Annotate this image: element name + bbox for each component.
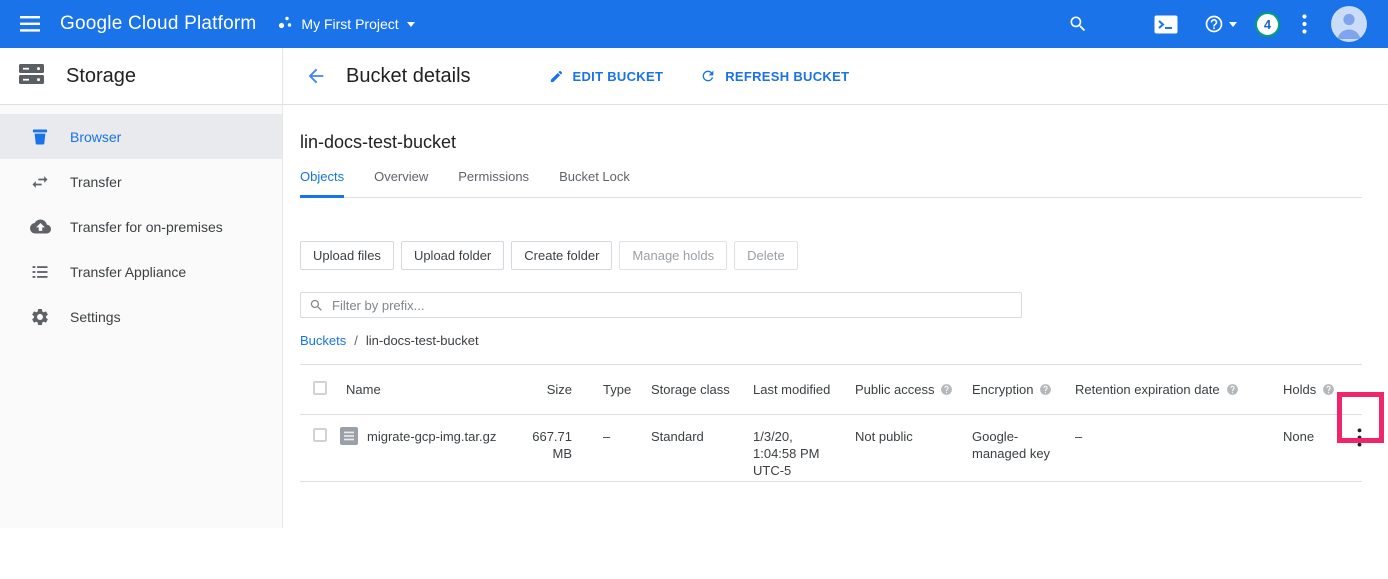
caret-down-icon (1229, 22, 1237, 27)
cloud-shell-icon[interactable] (1154, 15, 1178, 34)
help-icon (1204, 14, 1224, 34)
top-app-bar: Google Cloud Platform My First Project 4 (0, 0, 1388, 48)
delete-button: Delete (734, 241, 798, 270)
sidebar-item-transfer[interactable]: Transfer (0, 159, 282, 204)
bucket-icon (28, 127, 52, 147)
objects-table: Name Size Type Storage class Last modifi… (300, 364, 1362, 482)
breadcrumb-separator: / (354, 333, 358, 348)
sidebar-item-transfer-appliance[interactable]: Transfer Appliance (0, 249, 282, 294)
search-icon (309, 298, 324, 313)
sidebar-item-settings[interactable]: Settings (0, 294, 282, 339)
select-all-checkbox[interactable] (313, 381, 327, 395)
edit-bucket-button[interactable]: EDIT BUCKET (549, 69, 664, 84)
page-header: Bucket details EDIT BUCKET REFRESH BUCKE… (283, 48, 1388, 104)
column-header-last-modified: Last modified (752, 382, 854, 397)
object-storage-class: Standard (650, 428, 752, 445)
file-icon (340, 427, 358, 445)
tab-overview[interactable]: Overview (374, 169, 428, 198)
project-logo-icon (278, 15, 293, 33)
object-public-access: Not public (854, 428, 971, 445)
sidebar-item-label: Settings (70, 309, 121, 325)
project-name: My First Project (301, 16, 398, 32)
avatar[interactable] (1331, 6, 1367, 42)
sidebar-nav: Browser Transfer Transfer for on-premise… (0, 105, 283, 528)
swap-arrows-icon (28, 172, 52, 192)
free-trial-badge[interactable]: 4 (1255, 12, 1280, 37)
refresh-bucket-label: REFRESH BUCKET (725, 69, 849, 84)
back-button[interactable] (305, 64, 329, 88)
object-toolbar: Upload files Upload folder Create folder… (300, 241, 1362, 270)
caret-down-icon (407, 22, 415, 27)
sidebar-item-label: Transfer Appliance (70, 264, 186, 280)
column-header-name: Name (340, 382, 516, 397)
column-header-type: Type (572, 382, 650, 397)
gear-icon (28, 307, 52, 327)
edit-bucket-label: EDIT BUCKET (573, 69, 664, 84)
upload-folder-button[interactable]: Upload folder (401, 241, 504, 270)
object-size: 667.71 MB (516, 428, 572, 462)
app-brand[interactable]: Google Cloud Platform (60, 13, 256, 35)
help-menu[interactable] (1204, 14, 1237, 34)
breadcrumb-buckets-link[interactable]: Buckets (300, 333, 346, 348)
column-header-storage-class: Storage class (650, 382, 752, 397)
pencil-icon (549, 69, 564, 84)
project-selector[interactable]: My First Project (278, 15, 414, 33)
help-icon[interactable] (1039, 383, 1052, 396)
refresh-bucket-button[interactable]: REFRESH BUCKET (700, 68, 849, 84)
manage-holds-button: Manage holds (619, 241, 727, 270)
sidebar-item-label: Browser (70, 129, 121, 145)
object-type: – (572, 428, 650, 445)
topbar-actions: 4 (1068, 6, 1388, 42)
upload-files-button[interactable]: Upload files (300, 241, 394, 270)
sidebar-item-transfer-on-premises[interactable]: Transfer for on-premises (0, 204, 282, 249)
object-encryption: Google-managed key (971, 428, 1074, 462)
secondary-header: Storage Bucket details EDIT BUCKET REFRE… (0, 48, 1388, 105)
refresh-icon (700, 68, 716, 84)
main-content: lin-docs-test-bucket Objects Overview Pe… (283, 105, 1388, 482)
object-last-modified: 1/3/20, 1:04:58 PM UTC-5 (752, 428, 854, 479)
tab-bar: Objects Overview Permissions Bucket Lock (300, 169, 1362, 198)
more-options-icon[interactable] (1302, 14, 1307, 34)
column-header-public-access: Public access (854, 382, 971, 397)
sidebar-item-label: Transfer for on-premises (70, 219, 223, 235)
sidebar-item-browser[interactable]: Browser (0, 114, 282, 159)
help-icon[interactable] (1322, 383, 1335, 396)
help-icon[interactable] (1226, 383, 1239, 396)
filter-prefix-input[interactable] (332, 298, 1013, 313)
help-icon[interactable] (940, 383, 953, 396)
column-header-holds: Holds (1282, 382, 1336, 397)
tab-bucket-lock[interactable]: Bucket Lock (559, 169, 630, 198)
row-checkbox[interactable] (313, 428, 327, 442)
row-menu-button[interactable] (1357, 428, 1362, 451)
create-folder-button[interactable]: Create folder (511, 241, 612, 270)
product-title: Storage (66, 65, 136, 88)
column-header-encryption: Encryption (971, 382, 1074, 397)
cloud-upload-icon (28, 216, 52, 237)
breadcrumb-current: lin-docs-test-bucket (366, 333, 479, 348)
tab-objects[interactable]: Objects (300, 169, 344, 198)
table-row: migrate-gcp-img.tar.gz 667.71 MB – Stand… (300, 415, 1362, 482)
column-header-size: Size (516, 382, 572, 397)
object-name[interactable]: migrate-gcp-img.tar.gz (367, 428, 496, 445)
column-header-retention-expiration-date: Retention expiration date (1074, 382, 1282, 397)
tab-permissions[interactable]: Permissions (458, 169, 529, 198)
filter-box (300, 292, 1022, 318)
table-header-row: Name Size Type Storage class Last modifi… (300, 365, 1362, 415)
breadcrumb: Buckets / lin-docs-test-bucket (300, 333, 1362, 348)
storage-product-icon (18, 63, 45, 90)
product-header: Storage (0, 48, 283, 104)
appliance-list-icon (28, 262, 52, 282)
sidebar-item-label: Transfer (70, 174, 122, 190)
search-icon[interactable] (1068, 14, 1088, 34)
bucket-name-title: lin-docs-test-bucket (300, 132, 1362, 153)
page-title: Bucket details (346, 65, 471, 88)
object-holds: None (1282, 428, 1336, 445)
menu-icon[interactable] (18, 12, 42, 36)
object-retention-expiration-date: – (1074, 428, 1282, 445)
